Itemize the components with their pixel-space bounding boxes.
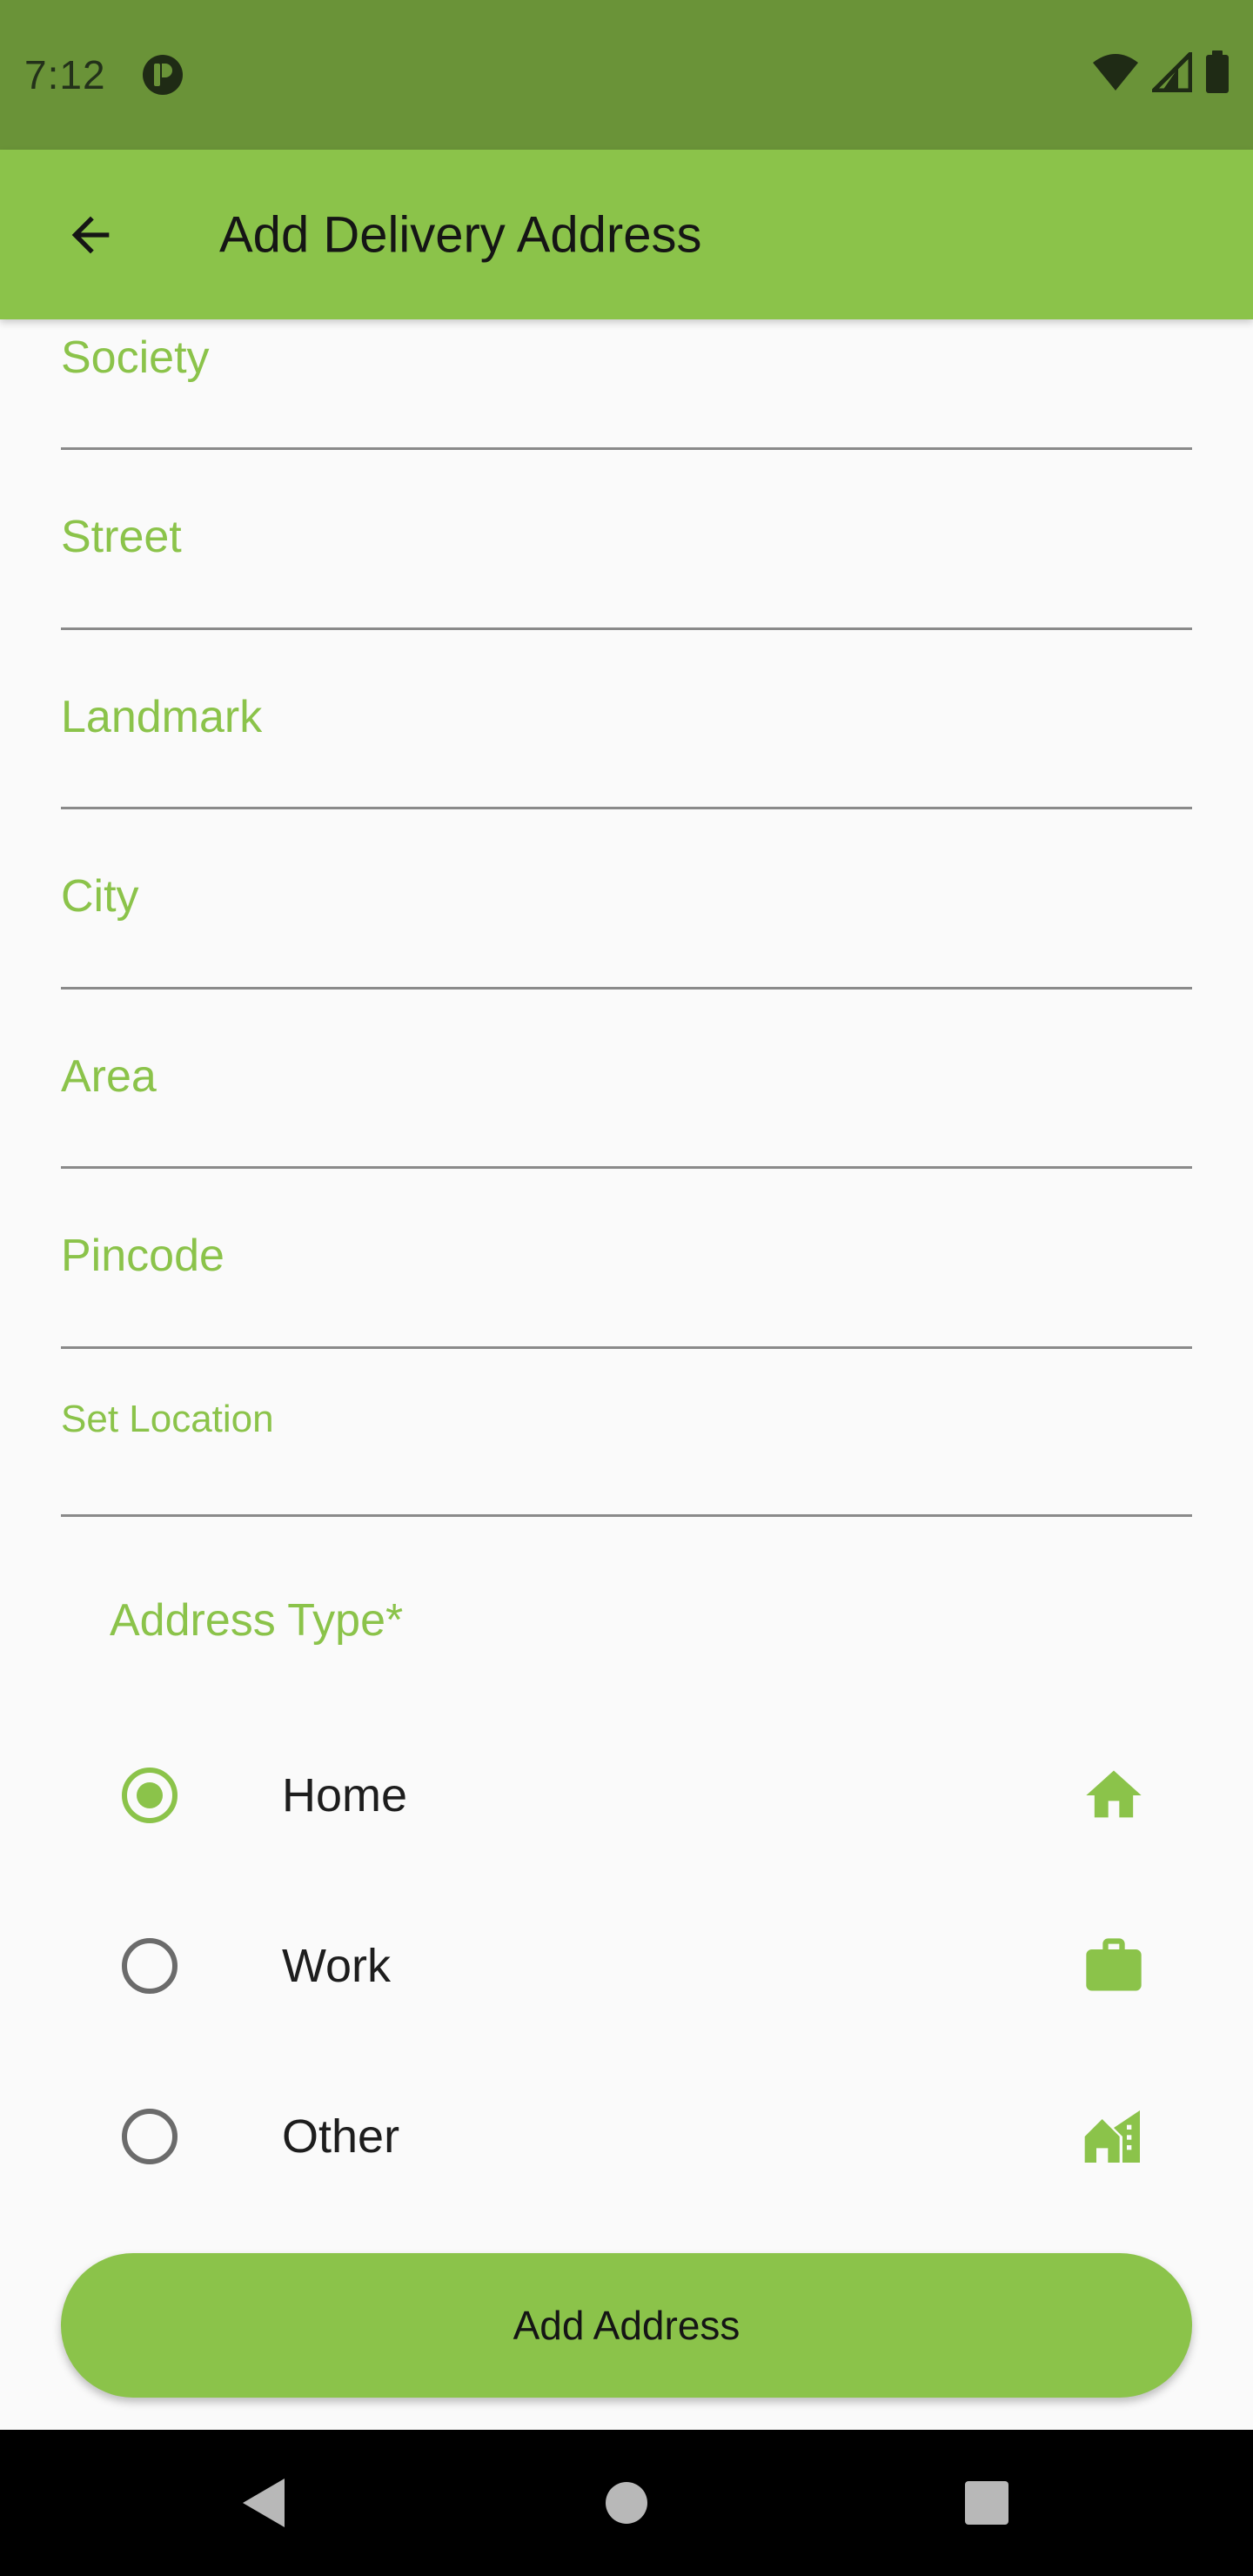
back-triangle-icon — [243, 2479, 285, 2527]
signal-icon — [1152, 52, 1192, 92]
recents-square-icon — [965, 2481, 1008, 2525]
home-option-label: Home — [282, 1769, 408, 1821]
landmark-field[interactable]: Landmark — [61, 630, 1192, 809]
landmark-field-label: Landmark — [61, 692, 263, 742]
add-address-button[interactable]: Add Address — [61, 2253, 1192, 2398]
building-icon — [1079, 2102, 1149, 2171]
city-field[interactable]: City — [61, 809, 1192, 989]
status-time: 7:12 — [24, 52, 106, 97]
radio-dot — [137, 1782, 163, 1808]
street-field-label: Street — [61, 512, 182, 562]
address-option-other[interactable]: Other — [122, 2071, 1149, 2202]
app-bar: Add Delivery Address — [0, 150, 1253, 319]
briefcase-icon — [1079, 1931, 1149, 2001]
other-radio[interactable] — [122, 2109, 178, 2164]
pincode-field[interactable]: Pincode — [61, 1169, 1192, 1349]
home-radio[interactable] — [122, 1768, 178, 1823]
back-button[interactable] — [49, 193, 132, 277]
set-location-field-label: Set Location — [61, 1398, 274, 1440]
city-field-label: City — [61, 871, 139, 922]
nav-home-button[interactable] — [605, 2481, 648, 2525]
status-bar: 7:12 — [0, 0, 1253, 150]
area-field-label: Area — [61, 1051, 157, 1102]
circle-p-icon — [142, 55, 183, 95]
set-location-field[interactable]: Set Location — [61, 1349, 1192, 1517]
area-field[interactable]: Area — [61, 989, 1192, 1169]
other-option-label: Other — [282, 2110, 400, 2163]
wifi-icon — [1093, 54, 1138, 91]
home-icon — [1079, 1761, 1149, 1830]
home-circle-icon — [606, 2482, 647, 2524]
work-radio[interactable] — [122, 1938, 178, 1994]
address-type-label: Address Type* — [110, 1595, 404, 1646]
nav-back-button[interactable] — [239, 2477, 286, 2529]
system-nav-bar — [0, 2430, 1253, 2576]
battery-icon — [1206, 50, 1229, 93]
nav-recents-button[interactable] — [964, 2480, 1009, 2526]
page-title: Add Delivery Address — [219, 206, 702, 263]
work-option-label: Work — [282, 1940, 392, 1992]
address-option-work[interactable]: Work — [122, 1901, 1149, 2031]
address-option-home[interactable]: Home — [122, 1730, 1149, 1861]
street-field[interactable]: Street — [61, 450, 1192, 630]
status-icons — [1091, 50, 1230, 94]
society-field[interactable]: Society — [61, 319, 1192, 450]
arrow-left-icon — [71, 216, 110, 253]
pincode-field-label: Pincode — [61, 1231, 224, 1281]
society-field-label: Society — [61, 332, 210, 383]
